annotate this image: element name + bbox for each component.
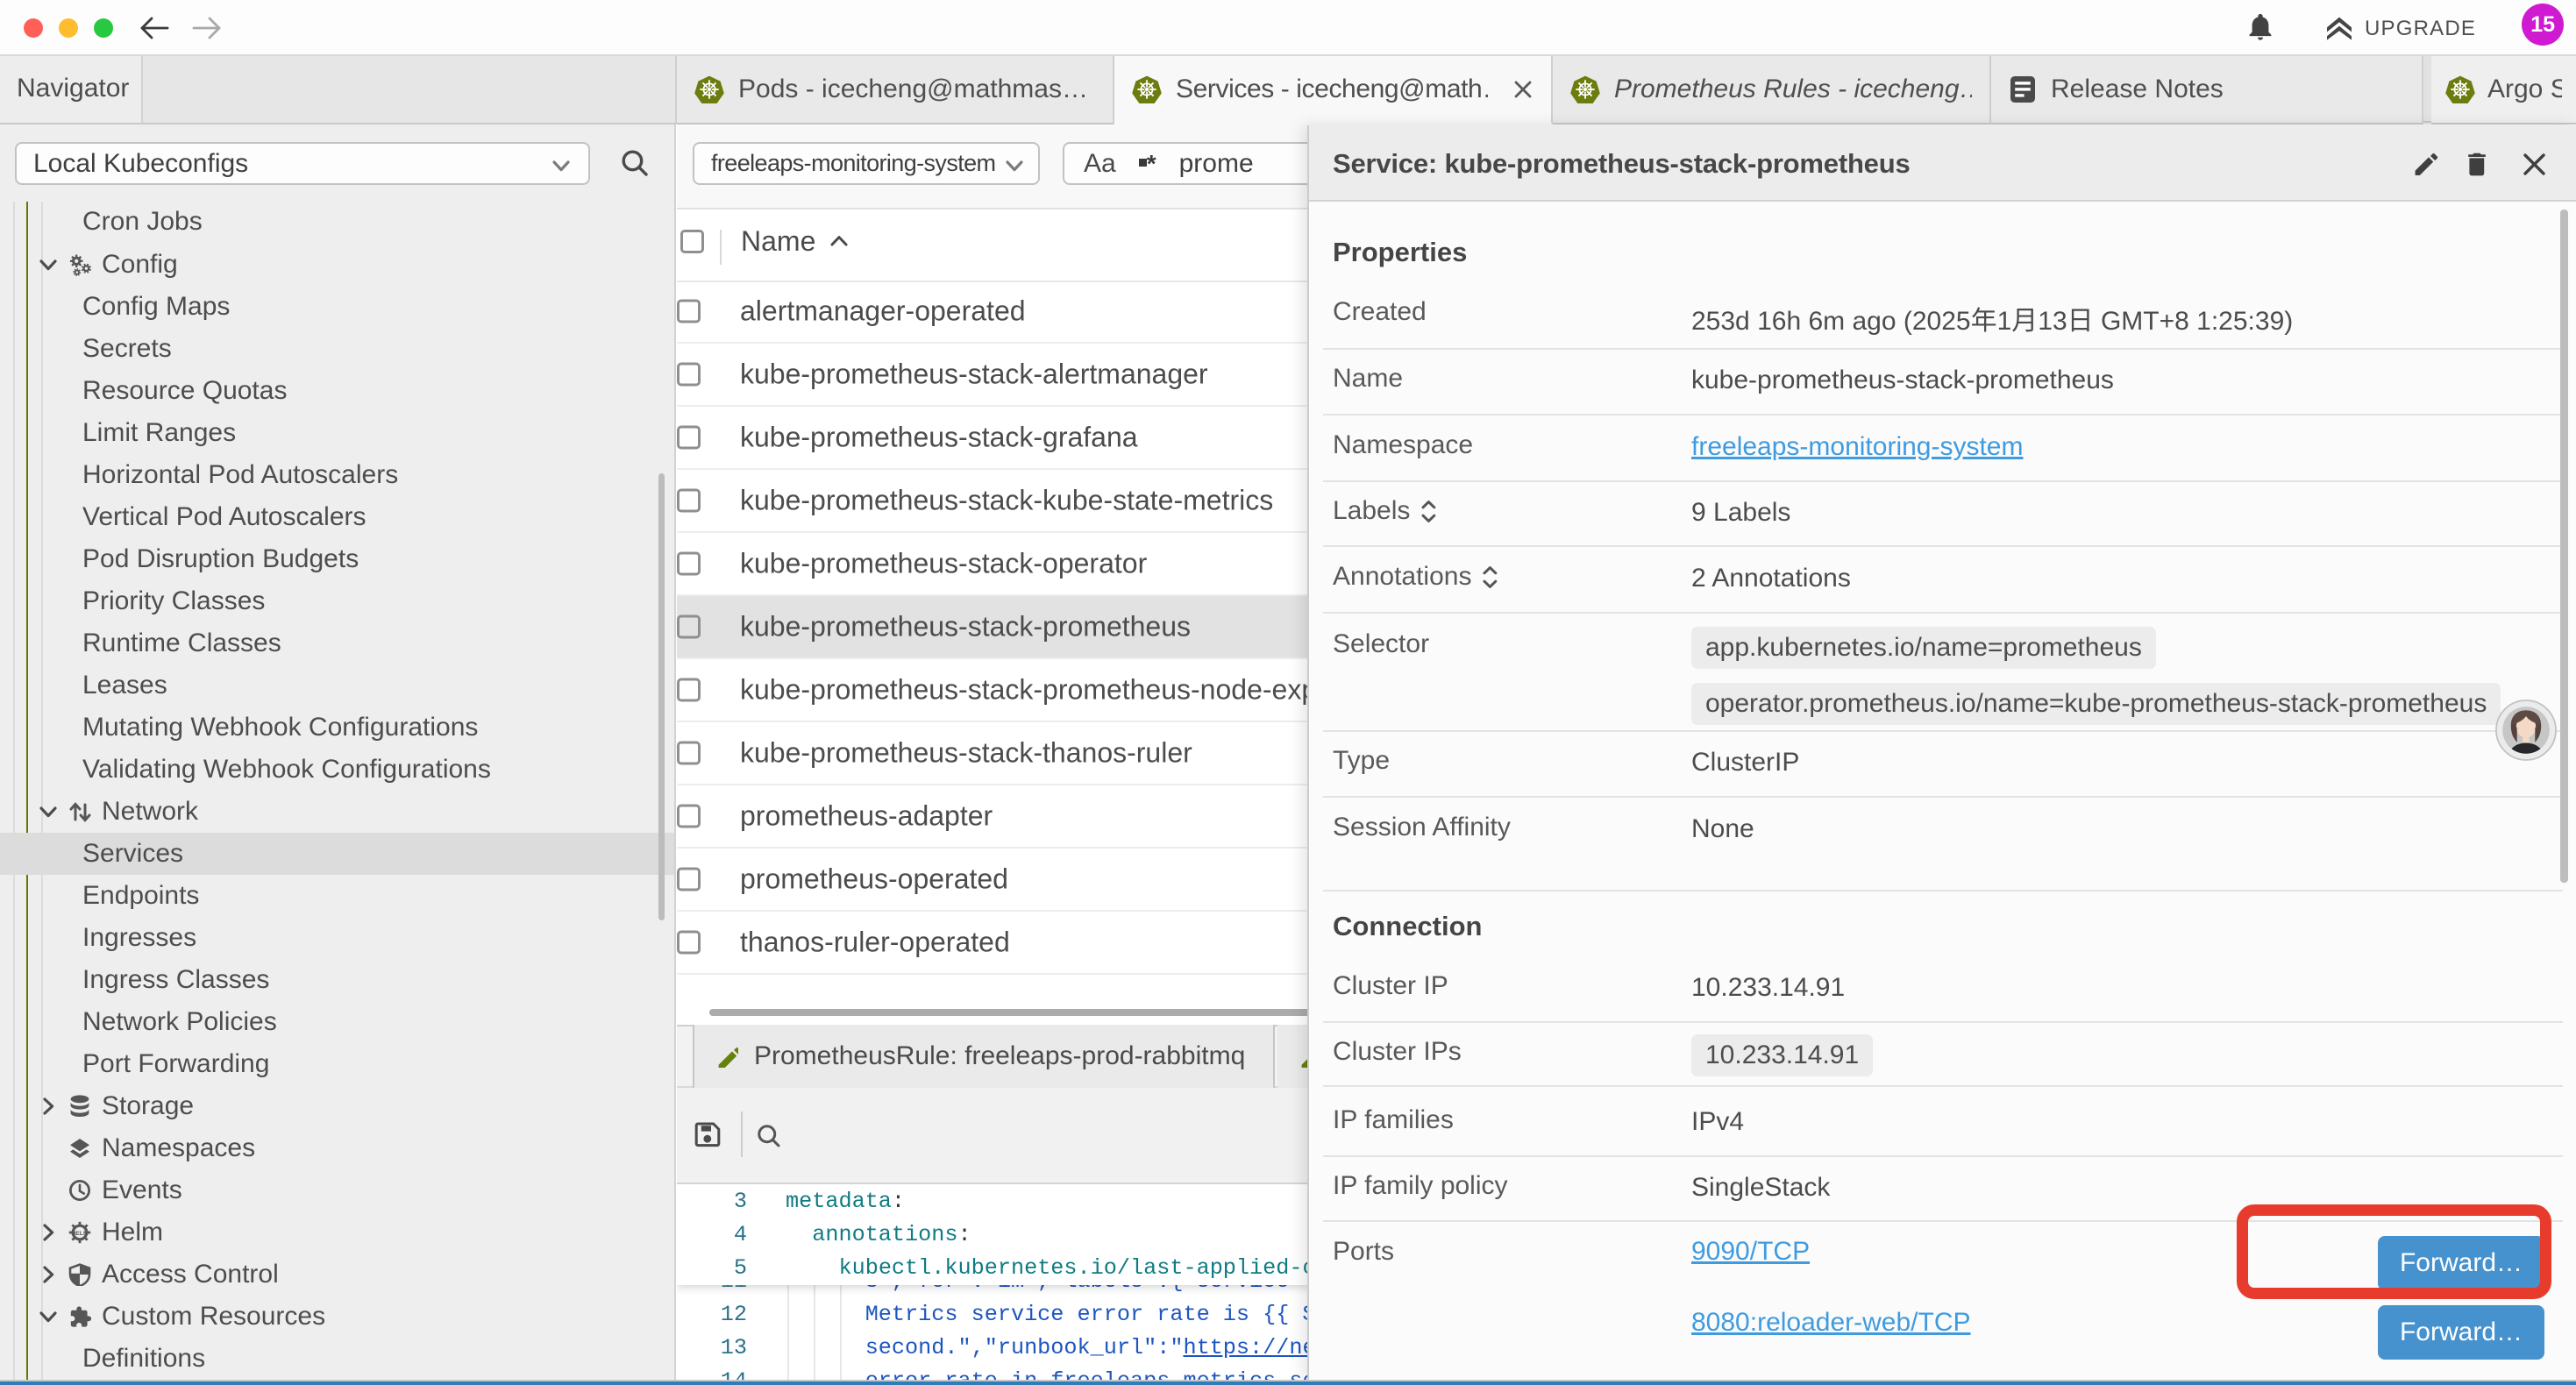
svg-text:HELM: HELM <box>71 1231 89 1237</box>
